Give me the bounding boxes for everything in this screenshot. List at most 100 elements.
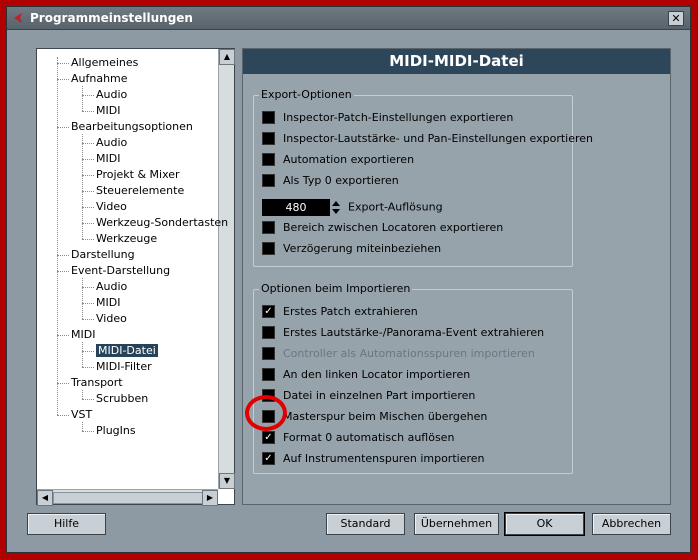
tree-item[interactable]: Scrubben — [96, 392, 148, 406]
tree-item-label: Projekt & Mixer — [96, 168, 180, 181]
option-row[interactable]: Masterspur beim Mischen übergehen — [262, 409, 487, 424]
option-row[interactable]: Als Typ 0 exportieren — [262, 173, 399, 188]
tree-item-label: MIDI — [96, 152, 121, 165]
tree-item[interactable]: Video — [96, 200, 127, 214]
option-row[interactable]: Verzögerung miteinbeziehen — [262, 241, 441, 256]
cancel-button[interactable]: Abbrechen — [592, 513, 671, 535]
tree-item[interactable]: MIDI — [96, 104, 120, 118]
ok-button[interactable]: OK — [504, 512, 585, 536]
tree-item[interactable]: VST — [71, 408, 92, 422]
tree-item[interactable]: MIDI — [96, 152, 120, 166]
category-tree[interactable]: ▲ ▼ ◀ ▶ Allgemeines Aufnahme Audio MIDI Bear… — [36, 48, 235, 506]
checkbox[interactable] — [262, 220, 275, 234]
tree-item-label: Aufnahme — [71, 72, 128, 85]
tree-vertical-scrollbar[interactable]: ▲ ▼ — [218, 49, 235, 489]
tree-item[interactable]: Allgemeines — [71, 56, 138, 70]
option-row[interactable]: Inspector-Lautstärke- und Pan-Einstellun… — [262, 131, 593, 146]
option-row[interactable]: Controller als Automationsspuren importi… — [262, 346, 535, 361]
tree-item[interactable]: Werkzeuge — [96, 232, 157, 246]
scroll-up-button[interactable]: ▲ — [219, 49, 235, 65]
spin-down-icon[interactable] — [332, 209, 340, 214]
tree-connector — [82, 287, 94, 288]
scroll-right-button[interactable]: ▶ — [202, 490, 218, 506]
tree-item-label: Transport — [71, 376, 123, 389]
tree-connector — [82, 175, 94, 176]
resolution-spinner[interactable] — [332, 199, 340, 216]
tree-item[interactable]: Bearbeitungsoptionen — [71, 120, 193, 134]
checkbox[interactable]: ✓ — [262, 304, 275, 318]
option-row[interactable]: Automation exportieren — [262, 152, 414, 167]
tree-item[interactable]: Video — [96, 312, 127, 326]
option-row[interactable]: ✓ Format 0 automatisch auflösen — [262, 430, 454, 445]
tree-connector — [82, 143, 94, 144]
tree-item-label: MIDI — [96, 296, 121, 309]
tree-item-label: Bearbeitungsoptionen — [71, 120, 193, 133]
checkbox[interactable] — [262, 325, 275, 339]
tree-item-label: Video — [96, 312, 127, 325]
tree-item[interactable]: Projekt & Mixer — [96, 168, 180, 182]
checkbox[interactable] — [262, 241, 275, 255]
tree-connector — [82, 390, 83, 399]
checkbox[interactable] — [262, 173, 275, 187]
settings-panel: MIDI-MIDI-Datei Export-Optionen Inspecto… — [242, 48, 671, 505]
title-bar[interactable]: Programmeinstellungen ✕ — [7, 7, 690, 30]
tree-horizontal-scrollbar[interactable]: ◀ ▶ — [37, 489, 218, 506]
help-button[interactable]: Hilfe — [27, 513, 106, 535]
tree-item[interactable]: Audio — [96, 88, 127, 102]
tree-item[interactable]: Aufnahme — [71, 72, 128, 86]
option-label: An den linken Locator importieren — [283, 368, 471, 381]
tree-item[interactable]: MIDI — [96, 296, 120, 310]
tree-item[interactable]: MIDI — [71, 328, 95, 342]
tree-connector — [82, 95, 94, 96]
option-row[interactable]: ✓ Auf Instrumentenspuren importieren — [262, 451, 485, 466]
export-resolution-field[interactable]: 480 — [262, 199, 330, 216]
scroll-thumb[interactable] — [53, 492, 203, 504]
tree-item[interactable]: MIDI-Filter — [96, 360, 152, 374]
tree-connector — [57, 271, 69, 272]
option-row[interactable]: Inspector-Patch-Einstellungen exportiere… — [262, 110, 513, 125]
option-label: Controller als Automationsspuren importi… — [283, 347, 535, 360]
export-resolution-row: 480 Export-Auflösung — [262, 199, 443, 216]
tree-item-label: Werkzeug-Sondertasten — [96, 216, 229, 229]
tree-connector — [57, 63, 69, 64]
import-options-group: Optionen beim Importieren ✓ Erstes Patch … — [253, 282, 573, 474]
tree-connector — [82, 159, 94, 160]
scroll-left-button[interactable]: ◀ — [37, 490, 53, 506]
tree-item[interactable]: Transport — [71, 376, 123, 390]
tree-item-label: Werkzeuge — [96, 232, 158, 245]
tree-connector — [57, 335, 69, 336]
option-row[interactable]: ✓ Erstes Patch extrahieren — [262, 304, 418, 319]
export-resolution-label: Export-Auflösung — [348, 200, 443, 214]
close-button[interactable]: ✕ — [668, 11, 684, 26]
spin-up-icon[interactable] — [332, 201, 340, 206]
option-row[interactable]: An den linken Locator importieren — [262, 367, 470, 382]
tree-item[interactable]: Audio — [96, 280, 127, 294]
tree-item[interactable]: Darstellung — [71, 248, 135, 262]
checkbox[interactable]: ✓ — [262, 430, 275, 444]
tree-item[interactable]: Event-Darstellung — [71, 264, 170, 278]
option-label: Datei in einzelnen Part importieren — [283, 389, 476, 402]
tree-connector — [82, 207, 94, 208]
option-row[interactable]: Bereich zwischen Locatoren exportieren — [262, 220, 503, 235]
checkbox[interactable] — [262, 110, 275, 124]
scroll-down-button[interactable]: ▼ — [219, 473, 235, 489]
checkbox[interactable] — [262, 152, 275, 166]
tree-item[interactable]: Audio — [96, 136, 127, 150]
option-row[interactable]: Erstes Lautstärke-/Panorama-Event extrah… — [262, 325, 544, 340]
tree-item[interactable]: PlugIns — [96, 424, 136, 438]
checkbox[interactable]: ✓ — [262, 451, 275, 465]
panel-title: MIDI-MIDI-Datei — [243, 49, 670, 74]
tree-item[interactable]: Steuerelemente — [96, 184, 184, 198]
import-options-title: Optionen beim Importieren — [259, 282, 413, 295]
option-row[interactable]: Datei in einzelnen Part importieren — [262, 388, 475, 403]
checkbox[interactable] — [262, 131, 275, 145]
tree-connector — [82, 303, 94, 304]
apply-button[interactable]: Übernehmen — [414, 513, 499, 535]
tree-connector — [57, 127, 69, 128]
standard-button[interactable]: Standard — [326, 513, 405, 535]
tree-item[interactable]: MIDI-Datei — [95, 343, 159, 358]
checkbox[interactable] — [262, 367, 275, 381]
tree-item[interactable]: Werkzeug-Sondertasten — [96, 216, 228, 230]
tree-connector — [57, 415, 69, 416]
preferences-dialog: Programmeinstellungen ✕ ▲ ▼ ◀ ▶ Allgemei… — [6, 6, 691, 553]
